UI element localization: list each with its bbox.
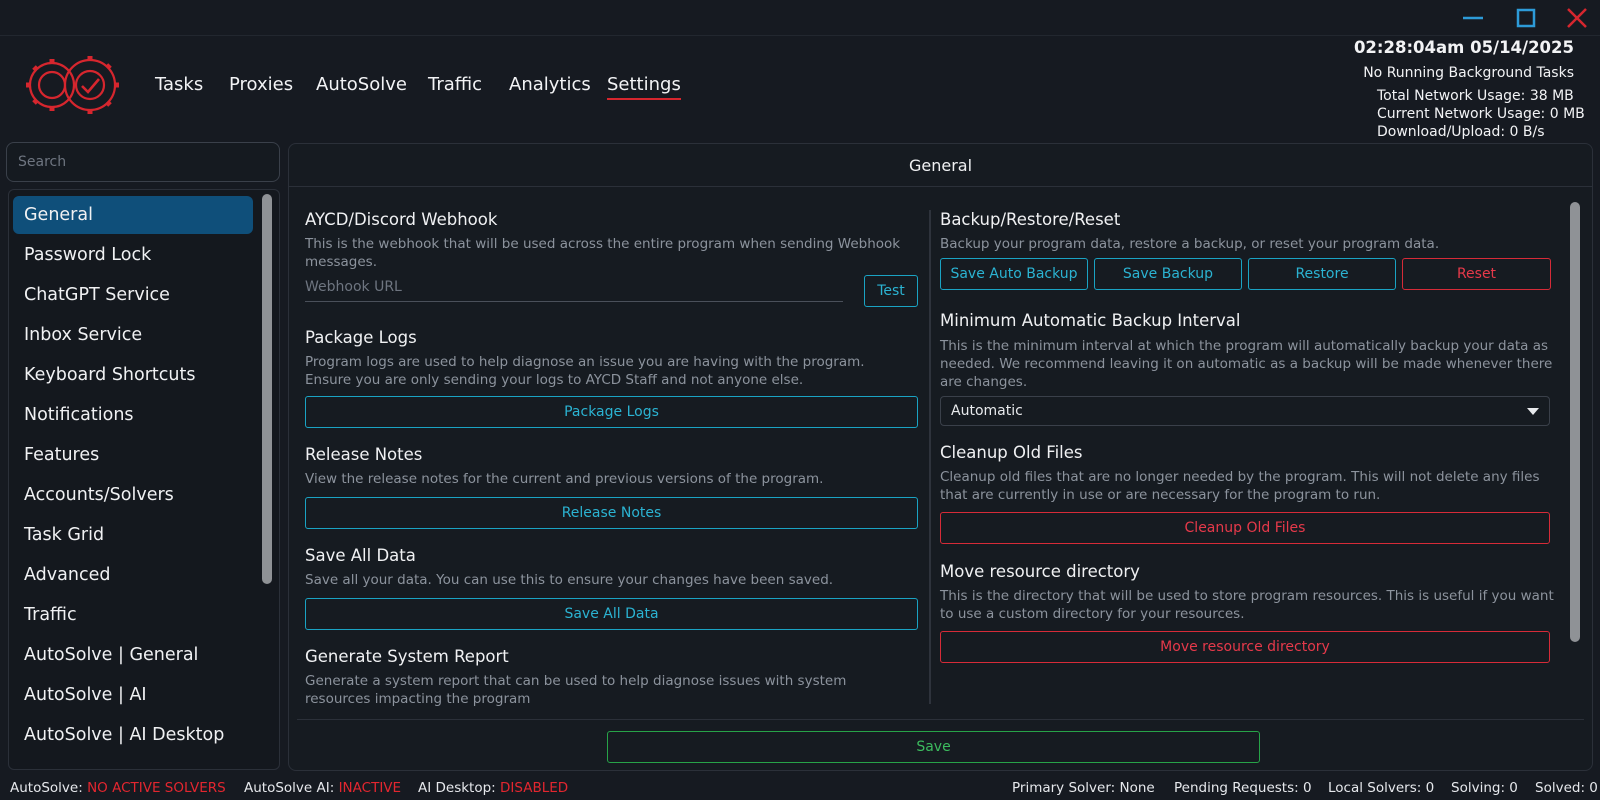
backup-title: Backup/Restore/Reset: [940, 210, 1121, 229]
ai-desktop-status: AI Desktop: DISABLED: [418, 780, 568, 796]
save-auto-backup-button[interactable]: Save Auto Backup: [940, 258, 1088, 290]
minimize-button[interactable]: [1458, 6, 1488, 30]
autosolve-status: AutoSolve: NO ACTIVE SOLVERS: [10, 780, 226, 796]
ai-desktop-status-label: AI Desktop:: [418, 780, 496, 796]
column-divider: [929, 210, 931, 704]
current-network-usage: Current Network Usage: 0 MB: [1377, 106, 1585, 122]
app-logo: [22, 52, 126, 118]
sidebar-item-chatgpt-service[interactable]: ChatGPT Service: [13, 276, 253, 314]
main-scrollbar[interactable]: [1570, 202, 1580, 642]
backup-interval-desc: This is the minimum interval at which th…: [940, 338, 1553, 390]
nav-autosolve[interactable]: AutoSolve: [316, 74, 407, 95]
sidebar-item-autosolve-general[interactable]: AutoSolve | General: [13, 636, 253, 674]
cleanup-title: Cleanup Old Files: [940, 443, 1083, 462]
nav-settings[interactable]: Settings: [607, 74, 681, 100]
titlebar-divider: [0, 35, 1600, 36]
datetime-display: 02:28:04am 05/14/2025: [1353, 38, 1574, 57]
sidebar-item-keyboard-shortcuts[interactable]: Keyboard Shortcuts: [13, 356, 253, 394]
sidebar-item-autosolve-ai-desktop[interactable]: AutoSolve | AI Desktop: [13, 716, 253, 754]
backup-interval-select[interactable]: Automatic: [940, 396, 1550, 426]
sidebar-item-autosolve-ai[interactable]: AutoSolve | AI: [13, 676, 253, 714]
nav-analytics[interactable]: Analytics: [509, 74, 591, 95]
total-network-usage: Total Network Usage: 38 MB: [1377, 88, 1574, 104]
resource-directory-title: Move resource directory: [940, 562, 1140, 581]
sidebar-item-traffic[interactable]: Traffic: [13, 596, 253, 634]
background-tasks-status: No Running Background Tasks: [1363, 65, 1574, 81]
save-button[interactable]: Save: [607, 731, 1260, 763]
autosolve-ai-status: AutoSolve AI: INACTIVE: [244, 780, 401, 796]
general-settings-panel: General AYCD/Discord Webhook This is the…: [288, 143, 1593, 771]
system-report-desc: Generate a system report that can be use…: [305, 673, 847, 707]
sidebar-item-accounts-solvers[interactable]: Accounts/Solvers: [13, 476, 253, 514]
reset-button[interactable]: Reset: [1402, 258, 1551, 290]
close-icon: [1567, 8, 1587, 28]
maximize-button[interactable]: [1511, 6, 1541, 30]
local-solvers-status: Local Solvers: 0: [1328, 780, 1435, 796]
nav-proxies[interactable]: Proxies: [229, 74, 293, 95]
autosolve-ai-status-label: AutoSolve AI:: [244, 780, 335, 796]
download-upload-rate: Download/Upload: 0 B/s: [1377, 124, 1545, 140]
sidebar-scrollbar[interactable]: [262, 194, 272, 584]
autosolve-status-label: AutoSolve:: [10, 780, 83, 796]
sidebar-item-general[interactable]: General: [13, 196, 253, 234]
backup-interval-value: Automatic: [951, 403, 1023, 419]
sidebar-item-inbox-service[interactable]: Inbox Service: [13, 316, 253, 354]
minimize-icon: [1463, 16, 1483, 20]
cleanup-old-files-button[interactable]: Cleanup Old Files: [940, 512, 1550, 544]
sidebar-item-task-grid[interactable]: Task Grid: [13, 516, 253, 554]
left-column-clip: Generate System Report Generate a system…: [289, 144, 929, 709]
autosolve-ai-status-value: INACTIVE: [338, 780, 402, 796]
resource-directory-desc: This is the directory that will be used …: [940, 588, 1554, 622]
gears-logo-icon: [26, 56, 119, 114]
nav-traffic[interactable]: Traffic: [428, 74, 482, 95]
sidebar-item-features[interactable]: Features: [13, 436, 253, 474]
chevron-down-icon: [1527, 408, 1539, 415]
cleanup-desc: Cleanup old files that are no longer nee…: [940, 469, 1540, 503]
settings-sidebar: General Password Lock ChatGPT Service In…: [8, 189, 280, 770]
nav-tasks[interactable]: Tasks: [155, 74, 203, 95]
sidebar-item-advanced[interactable]: Advanced: [13, 556, 253, 594]
primary-solver-status: Primary Solver: None: [1012, 780, 1155, 796]
footer-divider: [297, 719, 1584, 720]
restore-button[interactable]: Restore: [1248, 258, 1396, 290]
close-button[interactable]: [1562, 6, 1592, 30]
save-backup-button[interactable]: Save Backup: [1094, 258, 1242, 290]
sidebar-item-password-lock[interactable]: Password Lock: [13, 236, 253, 274]
backup-desc: Backup your program data, restore a back…: [940, 236, 1440, 252]
backup-interval-title: Minimum Automatic Backup Interval: [940, 311, 1241, 330]
maximize-icon: [1516, 8, 1536, 28]
solving-status: Solving: 0: [1451, 780, 1518, 796]
search-input[interactable]: [6, 142, 280, 182]
solved-status: Solved: 0: [1535, 780, 1598, 796]
move-resource-directory-button[interactable]: Move resource directory: [940, 631, 1550, 663]
pending-requests-status: Pending Requests: 0: [1174, 780, 1312, 796]
ai-desktop-status-value: DISABLED: [500, 780, 569, 796]
sidebar-item-notifications[interactable]: Notifications: [13, 396, 253, 434]
autosolve-status-value: NO ACTIVE SOLVERS: [87, 780, 226, 796]
system-report-title: Generate System Report: [305, 647, 509, 666]
